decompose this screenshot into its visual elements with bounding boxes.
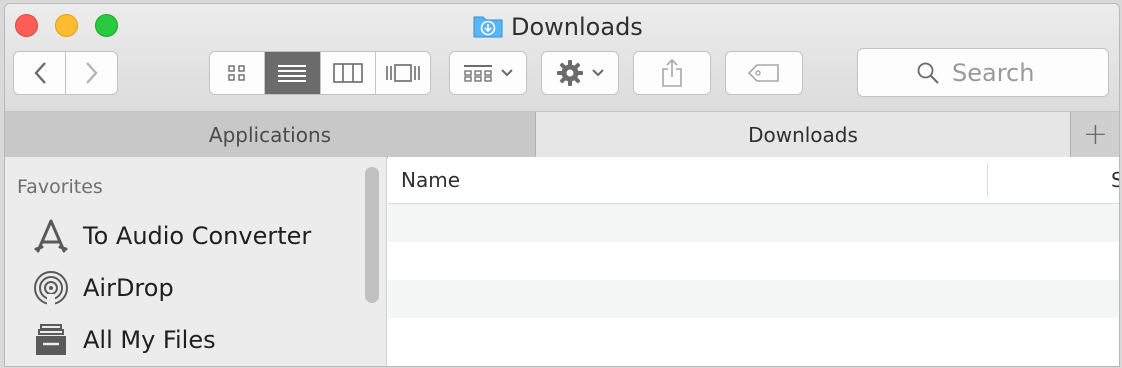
tab-applications[interactable]: Applications <box>5 112 536 157</box>
sidebar: Favorites To Audio Converter AirDrop All… <box>5 157 387 366</box>
finder-window: Downloads Search Applications Downloads … <box>4 3 1120 367</box>
column-header-row: Name S <box>388 157 1119 204</box>
sidebar-item-all-my-files[interactable]: All My Files <box>33 320 216 360</box>
list-view-icon <box>278 65 307 82</box>
window-title: Downloads <box>473 11 643 43</box>
view-mode-segmented-control <box>209 51 431 95</box>
sidebar-item-label: To Audio Converter <box>83 222 312 250</box>
sidebar-scrollbar[interactable] <box>365 167 379 303</box>
list-row <box>388 318 1119 356</box>
column-header-size[interactable]: S <box>1111 168 1119 192</box>
app-store-icon <box>33 218 69 254</box>
icon-view-icon <box>228 65 245 81</box>
action-button[interactable] <box>541 51 619 95</box>
new-tab-button[interactable]: + <box>1072 112 1119 157</box>
title-bar: Downloads <box>5 4 1119 112</box>
downloads-folder-icon <box>473 12 503 42</box>
close-button[interactable] <box>15 14 38 37</box>
title-text: Downloads <box>511 13 643 41</box>
share-button[interactable] <box>633 51 711 95</box>
icon-view-button[interactable] <box>210 52 266 94</box>
airdrop-icon <box>33 270 69 306</box>
list-row <box>388 280 1119 318</box>
tags-button[interactable] <box>725 51 803 95</box>
list-row <box>388 242 1119 280</box>
search-field[interactable] <box>857 48 1109 97</box>
arrange-button[interactable] <box>449 51 527 95</box>
sidebar-item-label: All My Files <box>83 326 216 354</box>
column-view-button[interactable] <box>321 52 376 94</box>
column-divider[interactable] <box>987 163 988 197</box>
zoom-button[interactable] <box>95 14 118 37</box>
arrange-grid-icon <box>464 65 492 82</box>
back-button[interactable] <box>13 51 66 95</box>
gear-icon <box>557 60 583 86</box>
cover-flow-button[interactable] <box>376 52 430 94</box>
column-view-icon <box>332 63 363 83</box>
forward-button[interactable] <box>65 51 118 95</box>
share-icon <box>662 58 682 87</box>
sidebar-item-to-audio-converter[interactable]: To Audio Converter <box>33 216 311 256</box>
column-header-name[interactable]: Name <box>401 168 460 192</box>
list-row <box>388 204 1119 242</box>
file-list: Name S <box>388 157 1119 366</box>
cover-flow-icon <box>386 64 420 82</box>
sidebar-item-label: AirDrop <box>83 274 174 302</box>
chevron-down-icon <box>592 69 604 77</box>
all-files-icon <box>33 322 69 358</box>
minimize-button[interactable] <box>55 14 78 37</box>
list-view-button[interactable] <box>265 52 321 94</box>
search-input[interactable] <box>950 57 1050 88</box>
chevron-down-icon <box>501 69 513 77</box>
tab-bar: Applications Downloads + <box>5 112 1119 158</box>
sidebar-item-airdrop[interactable]: AirDrop <box>33 268 174 308</box>
chevron-left-icon <box>33 62 46 84</box>
chevron-right-icon <box>85 62 98 84</box>
tab-downloads[interactable]: Downloads <box>536 112 1071 157</box>
tag-icon <box>747 64 779 82</box>
search-icon <box>917 62 939 84</box>
sidebar-section-favorites: Favorites <box>17 176 103 198</box>
